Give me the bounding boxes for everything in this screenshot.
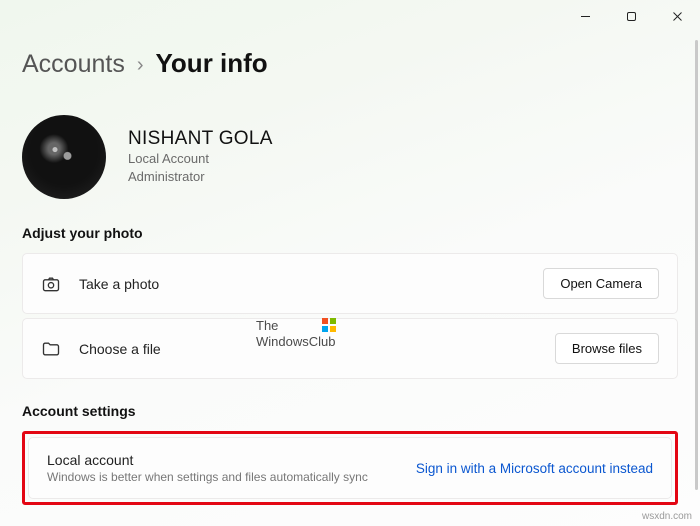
maximize-button[interactable] bbox=[608, 0, 654, 32]
sign-in-microsoft-link[interactable]: Sign in with a Microsoft account instead bbox=[416, 461, 653, 476]
photo-card-group: Take a photo Open Camera Choose a file B… bbox=[22, 253, 678, 379]
choose-file-label: Choose a file bbox=[79, 341, 537, 357]
profile-name: NISHANT GOLA bbox=[128, 128, 273, 150]
chevron-right-icon: › bbox=[137, 54, 144, 77]
profile-account-type: Local Account bbox=[128, 150, 273, 168]
scrollbar[interactable] bbox=[694, 40, 700, 490]
profile-role: Administrator bbox=[128, 168, 273, 186]
highlight-annotation: Local account Windows is better when set… bbox=[22, 431, 678, 505]
profile-block: NISHANT GOLA Local Account Administrator bbox=[22, 115, 678, 199]
page-title: Your info bbox=[156, 48, 268, 79]
close-button[interactable] bbox=[654, 0, 700, 32]
breadcrumb: Accounts › Your info bbox=[22, 48, 678, 79]
take-photo-row: Take a photo Open Camera bbox=[22, 253, 678, 314]
window-controls bbox=[562, 0, 700, 32]
camera-icon bbox=[41, 274, 61, 294]
section-title-photo: Adjust your photo bbox=[22, 225, 678, 241]
section-title-account: Account settings bbox=[22, 403, 678, 419]
watermark-corner: wsxdn.com bbox=[642, 511, 692, 522]
scrollbar-thumb[interactable] bbox=[695, 40, 698, 490]
avatar bbox=[22, 115, 106, 199]
local-account-card: Local account Windows is better when set… bbox=[28, 437, 672, 499]
folder-icon bbox=[41, 339, 61, 359]
local-account-title: Local account bbox=[47, 452, 398, 468]
minimize-button[interactable] bbox=[562, 0, 608, 32]
open-camera-button[interactable]: Open Camera bbox=[543, 268, 659, 299]
browse-files-button[interactable]: Browse files bbox=[555, 333, 659, 364]
windows-logo-icon bbox=[322, 318, 336, 332]
take-photo-label: Take a photo bbox=[79, 276, 525, 292]
choose-file-row: Choose a file Browse files bbox=[22, 318, 678, 379]
breadcrumb-parent[interactable]: Accounts bbox=[22, 50, 125, 79]
local-account-subtitle: Windows is better when settings and file… bbox=[47, 470, 398, 484]
